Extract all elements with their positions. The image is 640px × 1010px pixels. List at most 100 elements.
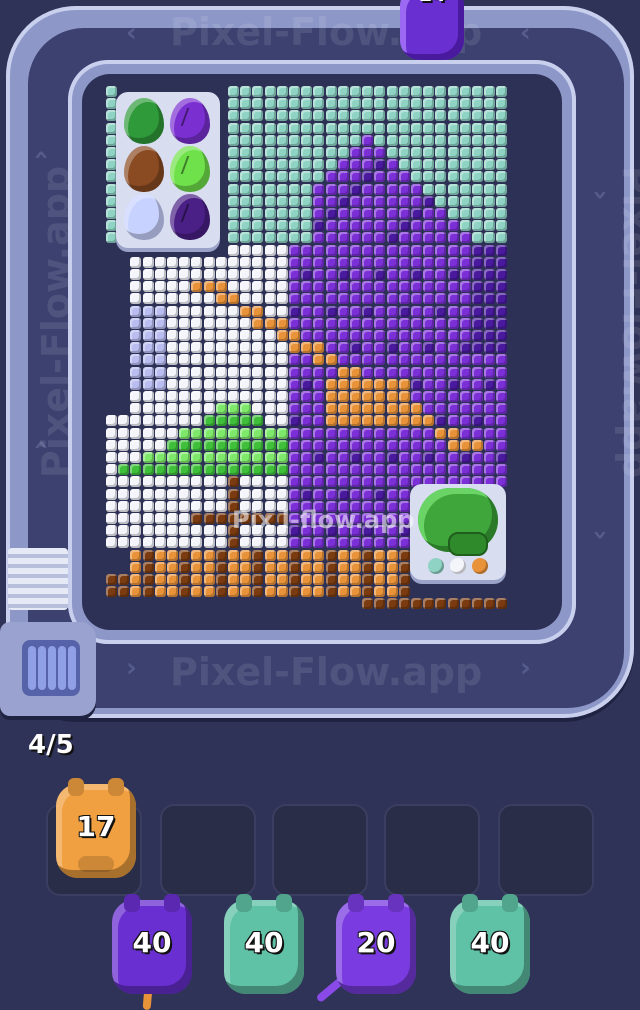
pixel-block — [337, 476, 349, 488]
pixel-block — [240, 586, 252, 598]
pixel-block — [472, 183, 483, 195]
egg-icon[interactable] — [124, 146, 164, 192]
pixel-block — [215, 464, 227, 476]
pixel-block — [423, 415, 435, 427]
pixel-block — [179, 366, 191, 378]
pixel-block — [264, 415, 276, 427]
pixel-block — [386, 537, 398, 549]
pixel-block — [240, 232, 252, 244]
pixel-block — [203, 378, 215, 390]
pixel-block — [191, 549, 203, 561]
pixel-block — [289, 391, 300, 402]
pixel-block — [301, 183, 313, 195]
pixel-block — [496, 378, 508, 390]
queue-slot[interactable] — [272, 804, 368, 896]
pixel-block — [203, 354, 215, 366]
spring-launcher[interactable] — [0, 622, 96, 716]
egg-icon[interactable] — [170, 98, 210, 144]
pixel-block — [154, 415, 166, 427]
pixel-block — [484, 293, 496, 305]
egg-icon[interactable] — [170, 194, 210, 240]
pixel-block — [289, 452, 300, 463]
pixel-block — [398, 354, 410, 366]
queue-slot[interactable] — [384, 804, 480, 896]
pixel-block — [350, 366, 361, 378]
pixel-block — [118, 586, 130, 598]
pixel-block — [472, 281, 483, 293]
pixel-block — [386, 366, 398, 378]
pixel-block — [228, 317, 239, 329]
pixel-block — [459, 330, 471, 341]
pixel-block — [374, 159, 386, 171]
pixel-block — [240, 537, 252, 549]
pixel-block — [203, 476, 215, 488]
pixel-block — [301, 549, 313, 561]
conveyor-pig[interactable]: 14 — [400, 0, 464, 60]
pixel-block — [142, 586, 154, 598]
pixel-block — [130, 476, 142, 488]
queued-pig[interactable]: 17 — [56, 778, 136, 878]
pixel-block — [423, 391, 435, 402]
pixel-block — [276, 391, 288, 402]
pixel-block — [337, 183, 349, 195]
pixel-block — [142, 476, 154, 488]
pixel-block — [423, 110, 435, 122]
pixel-block — [386, 208, 398, 219]
pixel-block — [264, 549, 276, 561]
egg-icon[interactable] — [124, 98, 164, 144]
pixel-block — [459, 403, 471, 415]
pixel-block — [228, 269, 239, 280]
pixel-block — [325, 159, 337, 171]
pixel-block — [179, 281, 191, 293]
pixel-block — [106, 427, 117, 439]
shooter-pig[interactable]: 40 — [112, 894, 192, 994]
pixel-block — [313, 269, 325, 280]
shooter-pig[interactable]: 40 — [450, 894, 530, 994]
pixel-block — [496, 427, 508, 439]
pixel-block — [423, 183, 435, 195]
pixel-block — [252, 159, 264, 171]
pixel-block — [374, 305, 386, 317]
pixel-block — [472, 427, 483, 439]
pixel-block — [350, 476, 361, 488]
queue-slot[interactable] — [160, 804, 256, 896]
pixel-block — [411, 330, 422, 341]
pixel-block — [411, 354, 422, 366]
pixel-block — [301, 439, 313, 451]
pig-ear-icon — [388, 894, 404, 912]
green-pig-block[interactable] — [410, 484, 506, 580]
queue-slot[interactable] — [498, 804, 594, 896]
egg-icon[interactable] — [124, 194, 164, 240]
pixel-block — [435, 403, 447, 415]
pixel-block — [447, 354, 459, 366]
pixel-block — [215, 525, 227, 537]
pixel-block — [179, 549, 191, 561]
pixel-block — [496, 439, 508, 451]
pixel-block — [167, 391, 178, 402]
pixel-block — [484, 354, 496, 366]
egg-icon[interactable] — [170, 146, 210, 192]
pixel-block — [472, 208, 483, 219]
pixel-block — [398, 598, 410, 610]
pixel-block — [325, 561, 337, 573]
pixel-block — [167, 415, 178, 427]
pixel-block — [264, 439, 276, 451]
egg-tray[interactable] — [116, 92, 220, 248]
pixel-block — [411, 598, 422, 610]
pixel-block — [154, 549, 166, 561]
pixel-block — [228, 232, 239, 244]
pixel-block — [398, 488, 410, 500]
pig-ear-icon — [502, 894, 518, 912]
shooter-pig[interactable]: 20 — [336, 894, 416, 994]
shooter-pig[interactable]: 40 — [224, 894, 304, 994]
pixel-block — [435, 464, 447, 476]
pixel-block — [154, 305, 166, 317]
pixel-block — [472, 134, 483, 146]
pixel-block — [484, 110, 496, 122]
pixel-block — [142, 269, 154, 280]
pixel-block — [289, 537, 300, 549]
pixel-block — [215, 305, 227, 317]
pixel-block — [472, 195, 483, 207]
pixel-block — [252, 134, 264, 146]
pixel-block — [386, 317, 398, 329]
